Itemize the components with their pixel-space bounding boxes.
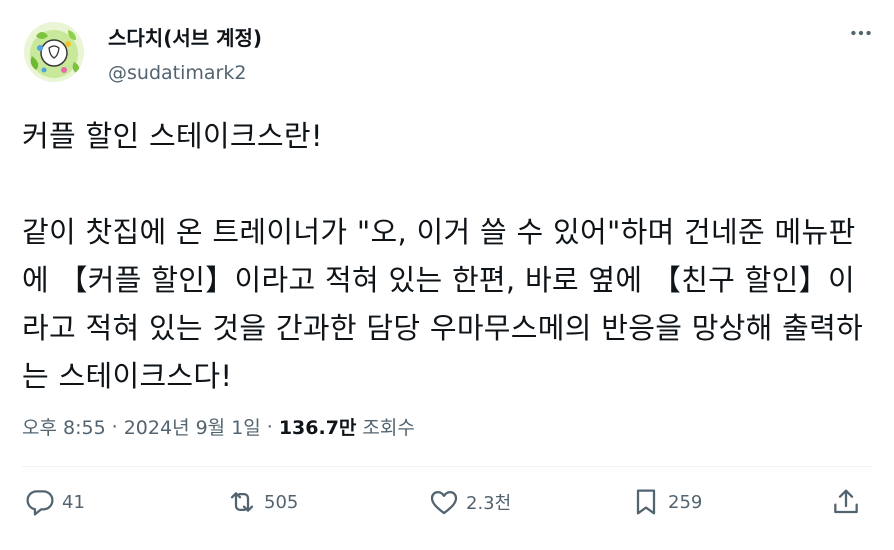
bookmark-button[interactable]: 259 [630,485,702,519]
tweet-time[interactable]: 오후 8:55 [22,413,106,440]
like-button[interactable]: 2.3천 [428,485,511,519]
bookmark-icon [636,489,656,515]
reply-icon [26,490,54,516]
divider [22,466,872,467]
heart-icon [430,491,458,515]
avatar-image [24,22,84,82]
meta-separator: · [111,415,118,438]
repost-count: 505 [264,491,299,513]
views-label: 조회수 [362,417,415,439]
repost-button[interactable]: 505 [226,485,298,519]
meta-separator: · [266,415,273,438]
reply-count: 41 [62,491,85,513]
tweet-date[interactable]: 2024년 9월 1일 [124,413,261,440]
share-icon [834,489,858,514]
tweet-meta: 오후 8:55 · 2024년 9월 1일 · 136.7만 조회수 [22,413,415,440]
views-count: 136.7만 [278,417,357,439]
more-icon [851,30,871,36]
display-name[interactable]: 스다치(서브 계정) [108,22,262,51]
bookmark-count: 259 [668,491,703,513]
reply-button[interactable]: 41 [24,485,85,519]
user-handle[interactable]: @sudatimark2 [108,62,246,84]
tweet-text: 커플 할인 스테이크스란! 같이 찻집에 온 트레이너가 "오, 이거 쓸 수 … [22,119,864,393]
share-button[interactable] [830,485,862,519]
more-button[interactable] [846,20,876,46]
like-count: 2.3천 [466,493,512,514]
avatar[interactable] [24,22,84,82]
repost-icon [230,492,254,512]
